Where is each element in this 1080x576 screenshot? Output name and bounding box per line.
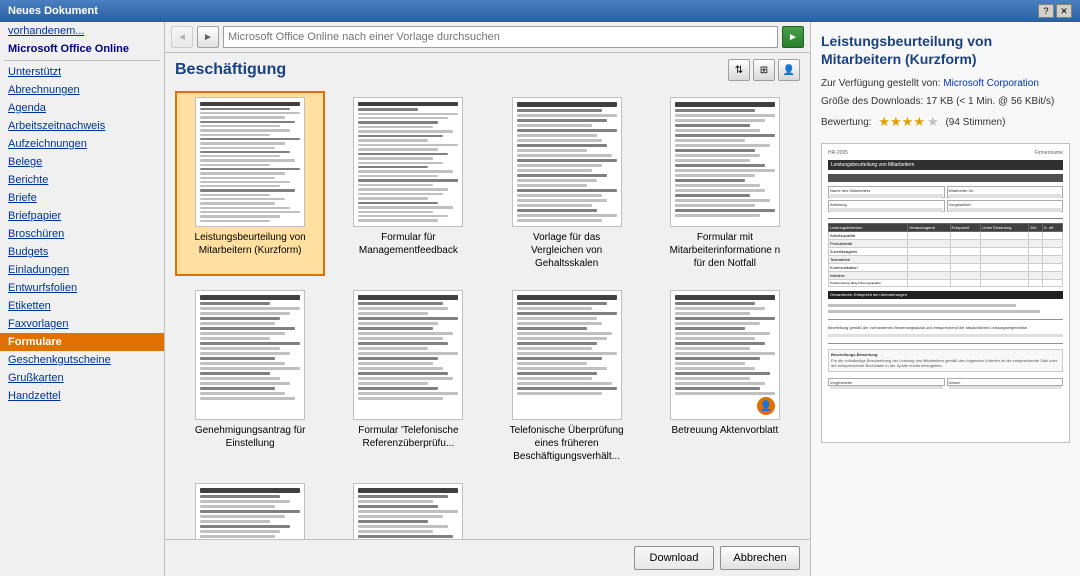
toolbar: ◄ ► ► [165, 22, 810, 53]
template-thumb-5 [195, 290, 305, 420]
template-label-8: Betreuung Aktenvorblatt [672, 424, 779, 437]
sidebar-item-vorhandene[interactable]: vorhandenem... [0, 22, 164, 40]
title-bar: Neues Dokument ? ✕ [0, 0, 1080, 22]
template-item-4[interactable]: Formular mit Mitarbeiterinformatione n f… [650, 91, 800, 276]
sidebar-item-broschüren[interactable]: Broschüren [0, 225, 164, 243]
forward-button[interactable]: ► [197, 26, 219, 48]
sidebar-item-einladungen[interactable]: Einladungen [0, 261, 164, 279]
window-title: Neues Dokument [8, 5, 98, 17]
sidebar-item-etiketten[interactable]: Etiketten [0, 297, 164, 315]
sidebar-item-belege[interactable]: Belege [0, 153, 164, 171]
user-icon[interactable]: 👤 [778, 59, 800, 81]
template-item-5[interactable]: Genehmigungsantrag für Einstellung [175, 284, 325, 469]
grid-view-icon[interactable]: ⊞ [753, 59, 775, 81]
sidebar-item-faxvorlagen[interactable]: Faxvorlagen [0, 315, 164, 333]
dialog-body: vorhandenem... Microsoft Office Online U… [0, 22, 1080, 576]
category-title: Beschäftigung [175, 61, 286, 79]
sidebar-item-arbeitszeitnachweis[interactable]: Arbeitszeitnachweis [0, 117, 164, 135]
window-controls: ? ✕ [1038, 4, 1072, 18]
template-thumb-9 [195, 483, 305, 539]
template-label-4: Formular mit Mitarbeiterinformatione n f… [667, 231, 782, 270]
sidebar-item-grußkarten[interactable]: Grußkarten [0, 369, 164, 387]
preview-title: Leistungsbeurteilung von Mitarbeitern (K… [821, 32, 1070, 68]
template-label-2: Formular für Managementfeedback [351, 231, 466, 257]
template-thumb-10 [353, 483, 463, 539]
close-button[interactable]: ✕ [1056, 4, 1072, 18]
provider-name: Microsoft Corporation [943, 78, 1039, 89]
templates-grid: Leistungsbeurteilung von Mitarbeitern (K… [175, 91, 800, 539]
bottom-bar: Download Abbrechen [165, 539, 810, 576]
preview-document-image: HR-2005 Firmenname Leistungsbeurteilung … [821, 143, 1070, 443]
help-button[interactable]: ? [1038, 4, 1054, 18]
sort-icon[interactable]: ⇅ [728, 59, 750, 81]
preview-rating: Bewertung: ★★★★★ (94 Stimmen) [821, 112, 1070, 132]
template-item-6[interactable]: Formular 'Telefonische Referenzüberprüfu… [333, 284, 483, 469]
template-thumb-4 [670, 97, 780, 227]
size-value: 17 KB (< 1 Min. @ 56 KBit/s) [926, 96, 1054, 107]
sidebar-item-ms-office-online[interactable]: Microsoft Office Online [0, 40, 164, 58]
template-item-9[interactable] [175, 477, 325, 539]
template-label-1: Leistungsbeurteilung von Mitarbeitern (K… [193, 231, 308, 257]
sidebar-item-aufzeichnungen[interactable]: Aufzeichnungen [0, 135, 164, 153]
search-input[interactable] [223, 26, 778, 48]
sidebar-item-berichte[interactable]: Berichte [0, 171, 164, 189]
template-item-1[interactable]: Leistungsbeurteilung von Mitarbeitern (K… [175, 91, 325, 276]
preview-panel: Leistungsbeurteilung von Mitarbeitern (K… [810, 22, 1080, 576]
stars-filled: ★★★★ [878, 112, 925, 132]
sidebar-item-briefpapier[interactable]: Briefpapier [0, 207, 164, 225]
template-thumb-8: 👤 [670, 290, 780, 420]
sidebar-scroll: vorhandenem... Microsoft Office Online U… [0, 22, 164, 576]
stars-empty: ★ [927, 112, 939, 132]
sidebar-item-unterstuetzt[interactable]: Unterstützt [0, 63, 164, 81]
category-header: Beschäftigung ⇅ ⊞ 👤 [165, 53, 810, 85]
sidebar: vorhandenem... Microsoft Office Online U… [0, 22, 165, 576]
templates-area: Leistungsbeurteilung von Mitarbeitern (K… [165, 85, 810, 539]
template-item-2[interactable]: Formular für Managementfeedback [333, 91, 483, 276]
template-item-10[interactable] [333, 477, 483, 539]
category-icons: ⇅ ⊞ 👤 [728, 59, 800, 81]
template-label-3: Vorlage für das Vergleichen von Gehaltss… [509, 231, 624, 270]
back-button[interactable]: ◄ [171, 26, 193, 48]
search-go-button[interactable]: ► [782, 26, 804, 48]
sidebar-divider [4, 60, 160, 61]
template-item-3[interactable]: Vorlage für das Vergleichen von Gehaltss… [492, 91, 642, 276]
sidebar-item-handzettel[interactable]: Handzettel [0, 387, 164, 405]
preview-provider: Zur Verfügung gestellt von: Microsoft Co… [821, 76, 1070, 91]
download-button[interactable]: Download [634, 546, 714, 570]
sidebar-item-budgets[interactable]: Budgets [0, 243, 164, 261]
template-thumb-2 [353, 97, 463, 227]
preview-size: Größe des Downloads: 17 KB (< 1 Min. @ 5… [821, 94, 1070, 109]
main-content: ◄ ► ► Beschäftigung ⇅ ⊞ 👤 [165, 22, 810, 576]
sidebar-item-briefe[interactable]: Briefe [0, 189, 164, 207]
sidebar-item-geschenkgutscheine[interactable]: Geschenkgutscheine [0, 351, 164, 369]
template-label-7: Telefonische Überprüfung eines früheren … [509, 424, 624, 463]
votes: (94 Stimmen) [945, 115, 1005, 130]
template-thumb-1 [195, 97, 305, 227]
sidebar-item-abrechnungen[interactable]: Abrechnungen [0, 81, 164, 99]
cancel-button[interactable]: Abbrechen [720, 546, 800, 570]
sidebar-item-agenda[interactable]: Agenda [0, 99, 164, 117]
sidebar-item-entwurfsfolien[interactable]: Entwurfsfolien [0, 279, 164, 297]
sidebar-item-formulare[interactable]: Formulare [0, 333, 164, 351]
template-item-7[interactable]: Telefonische Überprüfung eines früheren … [492, 284, 642, 469]
template-item-8[interactable]: 👤 Betreuung Aktenvorblatt [650, 284, 800, 469]
template-label-6: Formular 'Telefonische Referenzüberprüfu… [351, 424, 466, 450]
template-label-5: Genehmigungsantrag für Einstellung [193, 424, 308, 450]
template-thumb-3 [512, 97, 622, 227]
template-thumb-6 [353, 290, 463, 420]
template-thumb-7 [512, 290, 622, 420]
